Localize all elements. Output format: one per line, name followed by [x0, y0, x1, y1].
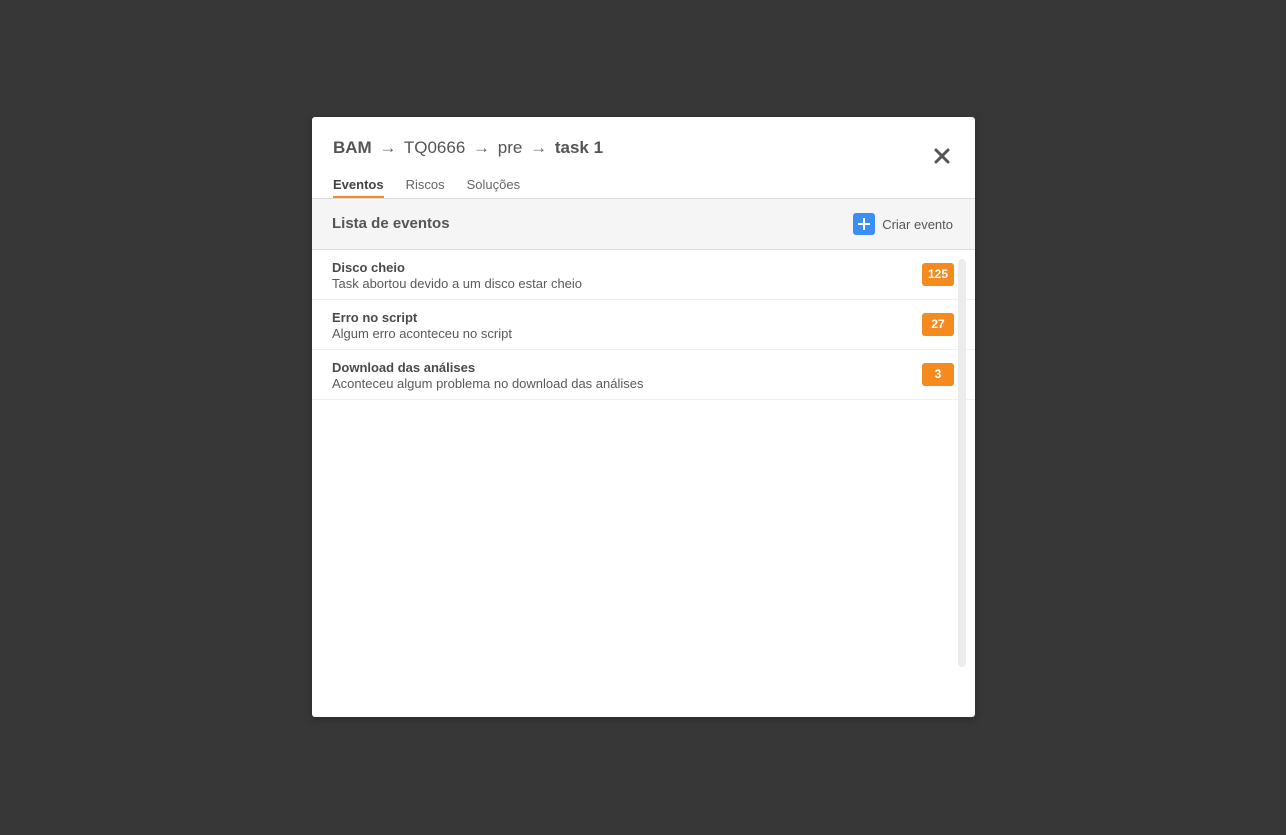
- tab-eventos[interactable]: Eventos: [333, 177, 384, 198]
- event-item-erro-no-script[interactable]: Erro no script Algum erro aconteceu no s…: [312, 300, 975, 350]
- event-list: Disco cheio Task abortou devido a um dis…: [312, 250, 975, 717]
- event-modal: BAM → TQ0666 → pre → task 1 Eventos Risc…: [312, 117, 975, 717]
- event-title: Disco cheio: [332, 260, 405, 275]
- breadcrumb: BAM → TQ0666 → pre → task 1: [333, 138, 603, 158]
- close-icon: [934, 148, 950, 164]
- event-item-download-das-analises[interactable]: Download das análises Aconteceu algum pr…: [312, 350, 975, 400]
- close-button[interactable]: [931, 145, 953, 167]
- event-title: Erro no script: [332, 310, 418, 325]
- tab-solucoes[interactable]: Soluções: [467, 177, 520, 196]
- breadcrumb-ticket[interactable]: TQ0666: [404, 138, 465, 157]
- tab-riscos[interactable]: Riscos: [406, 177, 445, 196]
- tab-bar: Eventos Riscos Soluções: [333, 177, 542, 198]
- breadcrumb-task: task 1: [554, 138, 604, 157]
- create-event-label: Criar evento: [882, 216, 953, 232]
- event-count-badge: 27: [922, 313, 954, 336]
- list-header: Lista de eventos Criar evento: [312, 199, 975, 250]
- breadcrumb-separator: →: [379, 138, 397, 157]
- create-event-button[interactable]: Criar evento: [853, 213, 953, 235]
- event-count-badge: 125: [922, 263, 954, 286]
- event-description: Task abortou devido a um disco estar che…: [332, 276, 583, 291]
- breadcrumb-stage[interactable]: pre: [498, 138, 523, 157]
- breadcrumb-separator: →: [530, 138, 548, 157]
- breadcrumb-separator: →: [473, 138, 491, 157]
- scrollbar[interactable]: [958, 259, 966, 667]
- breadcrumb-project[interactable]: BAM: [333, 138, 372, 157]
- event-count-badge: 3: [922, 363, 954, 386]
- plus-icon: [853, 213, 876, 235]
- event-title: Download das análises: [332, 360, 476, 375]
- event-description: Algum erro aconteceu no script: [332, 326, 512, 341]
- modal-header: BAM → TQ0666 → pre → task 1 Eventos Risc…: [312, 117, 975, 199]
- event-description: Aconteceu algum problema no download das…: [332, 376, 644, 391]
- list-title: Lista de eventos: [332, 215, 450, 232]
- event-item-disco-cheio[interactable]: Disco cheio Task abortou devido a um dis…: [312, 250, 975, 300]
